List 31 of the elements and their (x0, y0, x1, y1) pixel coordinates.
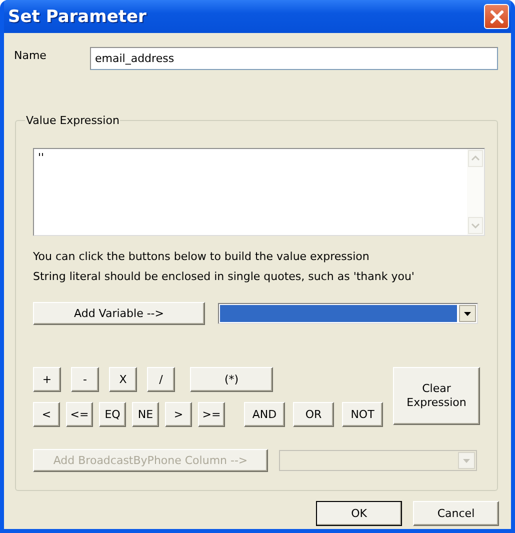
parentheses-button[interactable]: (*) (190, 367, 273, 392)
logical-button[interactable]: AND (244, 402, 285, 427)
hint-text: You can click the buttons below to build the value expression (33, 249, 370, 265)
cancel-button[interactable]: Cancel (413, 501, 499, 526)
scroll-up-icon[interactable] (468, 150, 483, 167)
comparison-button[interactable]: <= (66, 402, 93, 427)
hint-text: String literal should be enclosed in single quotes, such as 'thank you' (33, 269, 416, 285)
variable-dropdown[interactable] (218, 303, 478, 324)
operator-button[interactable]: X (109, 367, 137, 392)
operator-button[interactable]: - (71, 367, 99, 392)
window-title: Set Parameter (8, 6, 146, 26)
logical-button[interactable]: OR (293, 402, 334, 427)
comparison-button[interactable]: > (165, 402, 192, 427)
comparison-button[interactable]: NE (132, 402, 159, 427)
logical-button[interactable]: NOT (342, 402, 383, 427)
add-variable-button[interactable]: Add Variable --> (33, 302, 205, 325)
group-legend: Value Expression (25, 114, 120, 127)
comparison-button[interactable]: < (33, 402, 60, 427)
comparison-button[interactable]: >= (198, 402, 225, 427)
scrollbar[interactable] (467, 149, 484, 235)
operator-button[interactable]: + (33, 367, 61, 392)
close-icon (488, 8, 504, 24)
comparison-button[interactable]: EQ (99, 402, 126, 427)
name-label: Name (14, 49, 48, 62)
name-field[interactable]: email_address (90, 47, 498, 70)
expression-field[interactable]: '' (33, 148, 485, 236)
scroll-down-icon[interactable] (468, 217, 483, 234)
clear-expression-button[interactable]: Clear Expression (393, 367, 480, 425)
ok-button[interactable]: OK (316, 501, 402, 526)
operator-button[interactable]: / (147, 367, 175, 392)
close-button[interactable] (484, 4, 509, 29)
